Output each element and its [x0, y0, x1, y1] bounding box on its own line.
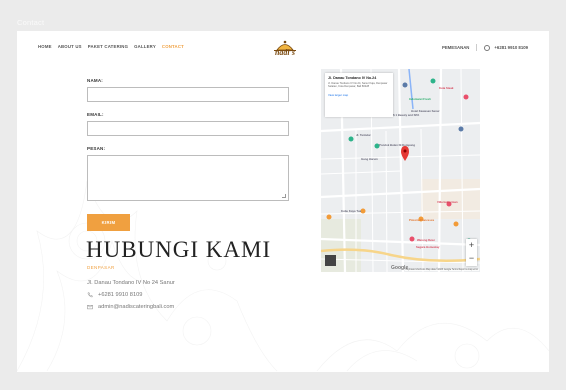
email-label: EMAIL: [87, 112, 104, 117]
logo-text: nadi's [274, 48, 295, 57]
map-label: Jl. Tantular [356, 133, 371, 137]
zoom-out-button[interactable]: − [466, 252, 477, 265]
header-contact: PEMESANAN +6281 9910 8109 [442, 44, 528, 51]
message-field[interactable] [87, 155, 289, 201]
mail-icon [87, 305, 93, 310]
place-title: Jl. Danau Tondano IV No.24 [328, 76, 377, 80]
name-label: NAMA: [87, 78, 103, 83]
nav-gallery[interactable]: GALLERY [134, 44, 156, 49]
phone-icon [87, 292, 93, 298]
top-navigation: HOME ABOUT US PAKET CATERING GALLERY CON… [17, 31, 549, 62]
nav-paket-catering[interactable]: PAKET CATERING [88, 44, 128, 49]
divider [476, 44, 478, 51]
header-phone[interactable]: +6281 9910 8109 [494, 45, 528, 50]
map-label: Kubu Kaya Tua [341, 209, 362, 213]
location-category: DENPASAR [87, 265, 115, 270]
whatsapp-icon [484, 44, 491, 51]
main-menu: HOME ABOUT US PAKET CATERING GALLERY CON… [38, 44, 184, 49]
map-label: Pondok Bulan Ni Kompang [379, 143, 416, 147]
site-logo[interactable]: nadi's [270, 37, 300, 61]
zoom-control: + − [466, 239, 477, 266]
contact-form: NAMA: EMAIL: PESAN: [87, 78, 289, 201]
nav-about-us[interactable]: ABOUT US [58, 44, 82, 49]
place-address: Jl. Danau Tondano IV No.24, Sanur Kaja, … [328, 82, 388, 89]
message-label: PESAN: [87, 146, 106, 151]
email-text[interactable]: admin@nadiscateringbali.com [98, 304, 174, 310]
map-label: Villa bakterman [437, 200, 458, 204]
street-view-icon[interactable] [325, 255, 336, 266]
map-label: Indomaret Fresh [409, 97, 431, 101]
map-attribution[interactable]: Keyboard shortcuts Map data ©2023 Google… [404, 269, 479, 271]
submit-button[interactable]: KIRIM [87, 214, 130, 231]
page-title: Contact [17, 18, 45, 27]
email-row: admin@nadiscateringbali.com [87, 304, 174, 310]
email-field[interactable] [87, 121, 289, 136]
nav-home[interactable]: HOME [38, 44, 52, 49]
zoom-in-button[interactable]: + [466, 239, 477, 252]
address-row: Jl. Danau Tondano IV No 24 Sanur [87, 280, 175, 286]
name-field[interactable] [87, 87, 289, 102]
map-label: Segara Homestay [416, 245, 440, 249]
google-map[interactable]: Indomaret Fresh Kuta Steak Hotel Kawasan… [321, 69, 480, 272]
phone-text[interactable]: +6281 9910 8109 [98, 292, 142, 298]
view-larger-map-link[interactable]: View larger map [328, 93, 390, 97]
map-label: Pizzeria Francesca [409, 218, 435, 222]
map-label: Gang Harum [361, 157, 378, 161]
page-card: HOME ABOUT US PAKET CATERING GALLERY CON… [17, 31, 549, 372]
nav-contact[interactable]: CONTACT [162, 44, 184, 49]
order-link[interactable]: PEMESANAN [442, 45, 469, 50]
place-info-card: Jl. Danau Tondano IV No.24 Jl. Danau Ton… [325, 73, 393, 117]
phone-row: +6281 9910 8109 [87, 292, 142, 298]
contact-heading: HUBUNGI KAMI [86, 237, 272, 262]
address-text: Jl. Danau Tondano IV No 24 Sanur [87, 280, 175, 286]
resize-handle[interactable] [282, 194, 286, 198]
map-label: Warung Dewi [417, 238, 435, 242]
map-label: Kuta Steak [439, 86, 454, 90]
